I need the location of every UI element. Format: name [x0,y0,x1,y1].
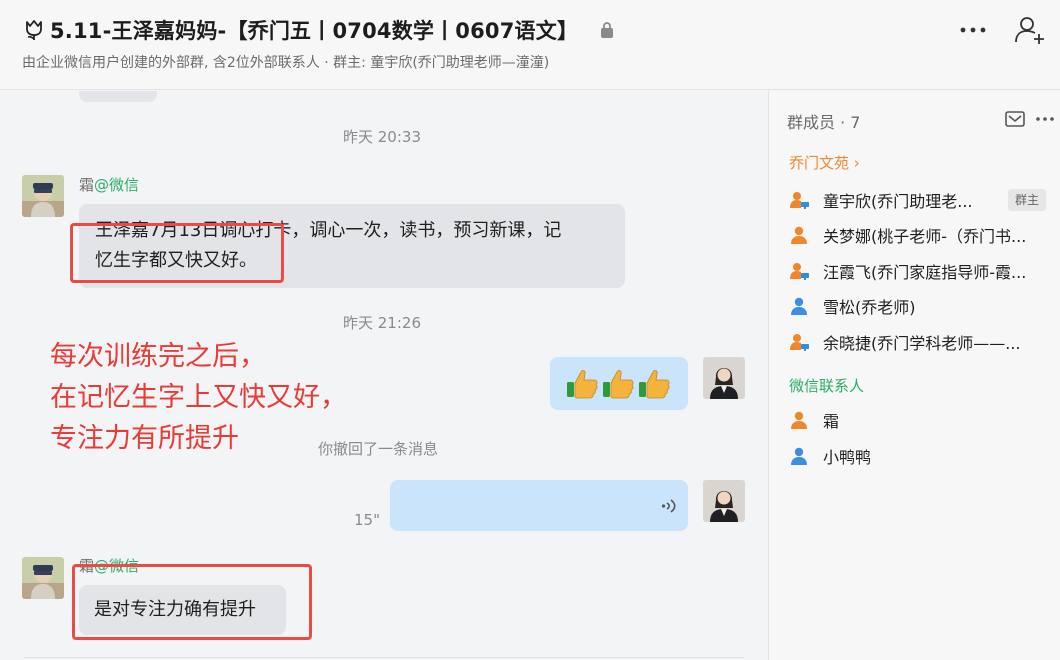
avatar-photo [22,175,64,217]
member-panel: 群成员 · 7 乔门文苑 › 童宇欣(乔门助理老... 群主 关梦娜(桃子老师-… [768,91,1060,660]
section-wechat-contacts: 微信联系人 [789,377,865,395]
chevron-right-icon: › [853,154,860,172]
avatar[interactable] [22,175,64,217]
member-item[interactable]: 汪霞飞(乔门家庭指导师-霞... [789,257,1051,285]
voice-wave-icon [661,499,676,513]
member-name: 小鸭鸭 [823,448,872,467]
group-subtitle: 由企业微信用户创建的外部群, 含2位外部联系人 · 群主: 童宇欣(乔门助理老师… [22,55,550,71]
avatar-photo [703,480,745,522]
person-orange-icon [791,226,807,244]
person-orange-icon [791,411,807,429]
lock-icon [601,22,614,38]
timestamp: 昨天 20:33 [343,128,421,146]
person-with-screen-icon [790,334,809,351]
avatar[interactable] [22,557,64,599]
member-name: 雪松(乔老师) [823,298,916,317]
member-item[interactable]: 小鸭鸭 [789,442,1051,470]
highlight-box [70,223,284,283]
more-options-button[interactable] [958,16,988,44]
title-row: 5.11-王泽嘉妈妈-【乔门五丨0704数学丨0607语文】 [22,14,614,46]
message-list[interactable]: 昨天 20:33 霜@微信 王泽嘉7月13日调心打卡，调心一次，读书，预习新课，… [0,91,768,660]
person-blue-icon [791,447,807,465]
annotation-line: 专注力有所提升 [50,423,239,454]
person-with-screen-icon [790,192,809,209]
group-title: 5.11-王泽嘉妈妈-【乔门五丨0704数学丨0607语文】 [50,19,579,43]
highlight-box [72,564,312,640]
recall-notice: 你撤回了一条消息 [318,440,439,458]
message-bubble-outgoing[interactable] [550,357,688,410]
member-name: 关梦娜(桃子老师-（乔门书... [823,227,1027,246]
section-label: 乔门文苑 [789,154,850,172]
member-name: 余晓捷(乔门学科老师——... [823,334,1021,353]
voice-message-bubble[interactable] [390,480,688,531]
tulip-icon [26,20,42,40]
red-annotation: 每次训练完之后， 在记忆生字上又快又好， 专注力有所提升 [50,336,347,459]
voice-duration: 15" [354,511,380,529]
avatar-photo [703,357,745,399]
my-avatar[interactable] [703,357,745,399]
person-with-screen-icon [790,263,809,280]
more-dots-icon [960,27,986,33]
person-blue-icon [791,297,807,315]
section-qiaomen-wenyuan[interactable]: 乔门文苑 › [789,152,860,173]
more-dots-icon[interactable] [1035,109,1055,129]
thumbs-up-emoji-icon [567,369,670,398]
my-avatar[interactable] [703,480,745,522]
annotation-line: 在记忆生字上又快又好， [50,382,347,413]
members-count: 群成员 · 7 [787,113,861,132]
wechat-suffix: @微信 [94,176,140,194]
previous-message-bubble [79,91,157,102]
sender-name: 霜@微信 [79,174,139,195]
sender-nickname: 霜 [79,176,95,194]
member-name: 童宇欣(乔门助理老... [823,192,973,211]
avatar-photo [22,557,64,599]
member-item[interactable]: 雪松(乔老师) [789,292,1051,320]
member-item[interactable]: 霜 [789,406,1051,434]
chat-header: 5.11-王泽嘉妈妈-【乔门五丨0704数学丨0607语文】 由企业微信用户创建… [0,0,1060,90]
owner-badge: 群主 [1008,189,1046,211]
mail-icon[interactable] [1005,111,1025,127]
member-item[interactable]: 关梦娜(桃子老师-（乔门书... [789,221,1051,249]
annotation-line: 每次训练完之后， [50,341,266,372]
timestamp: 昨天 21:26 [343,314,421,332]
add-member-icon[interactable] [1014,14,1046,46]
member-name: 汪霞飞(乔门家庭指导师-霞... [823,263,1027,282]
chat-window: 5.11-王泽嘉妈妈-【乔门五丨0704数学丨0607语文】 由企业微信用户创建… [0,0,1060,660]
member-name: 霜 [823,412,840,431]
member-item[interactable]: 余晓捷(乔门学科老师——... [789,328,1051,356]
